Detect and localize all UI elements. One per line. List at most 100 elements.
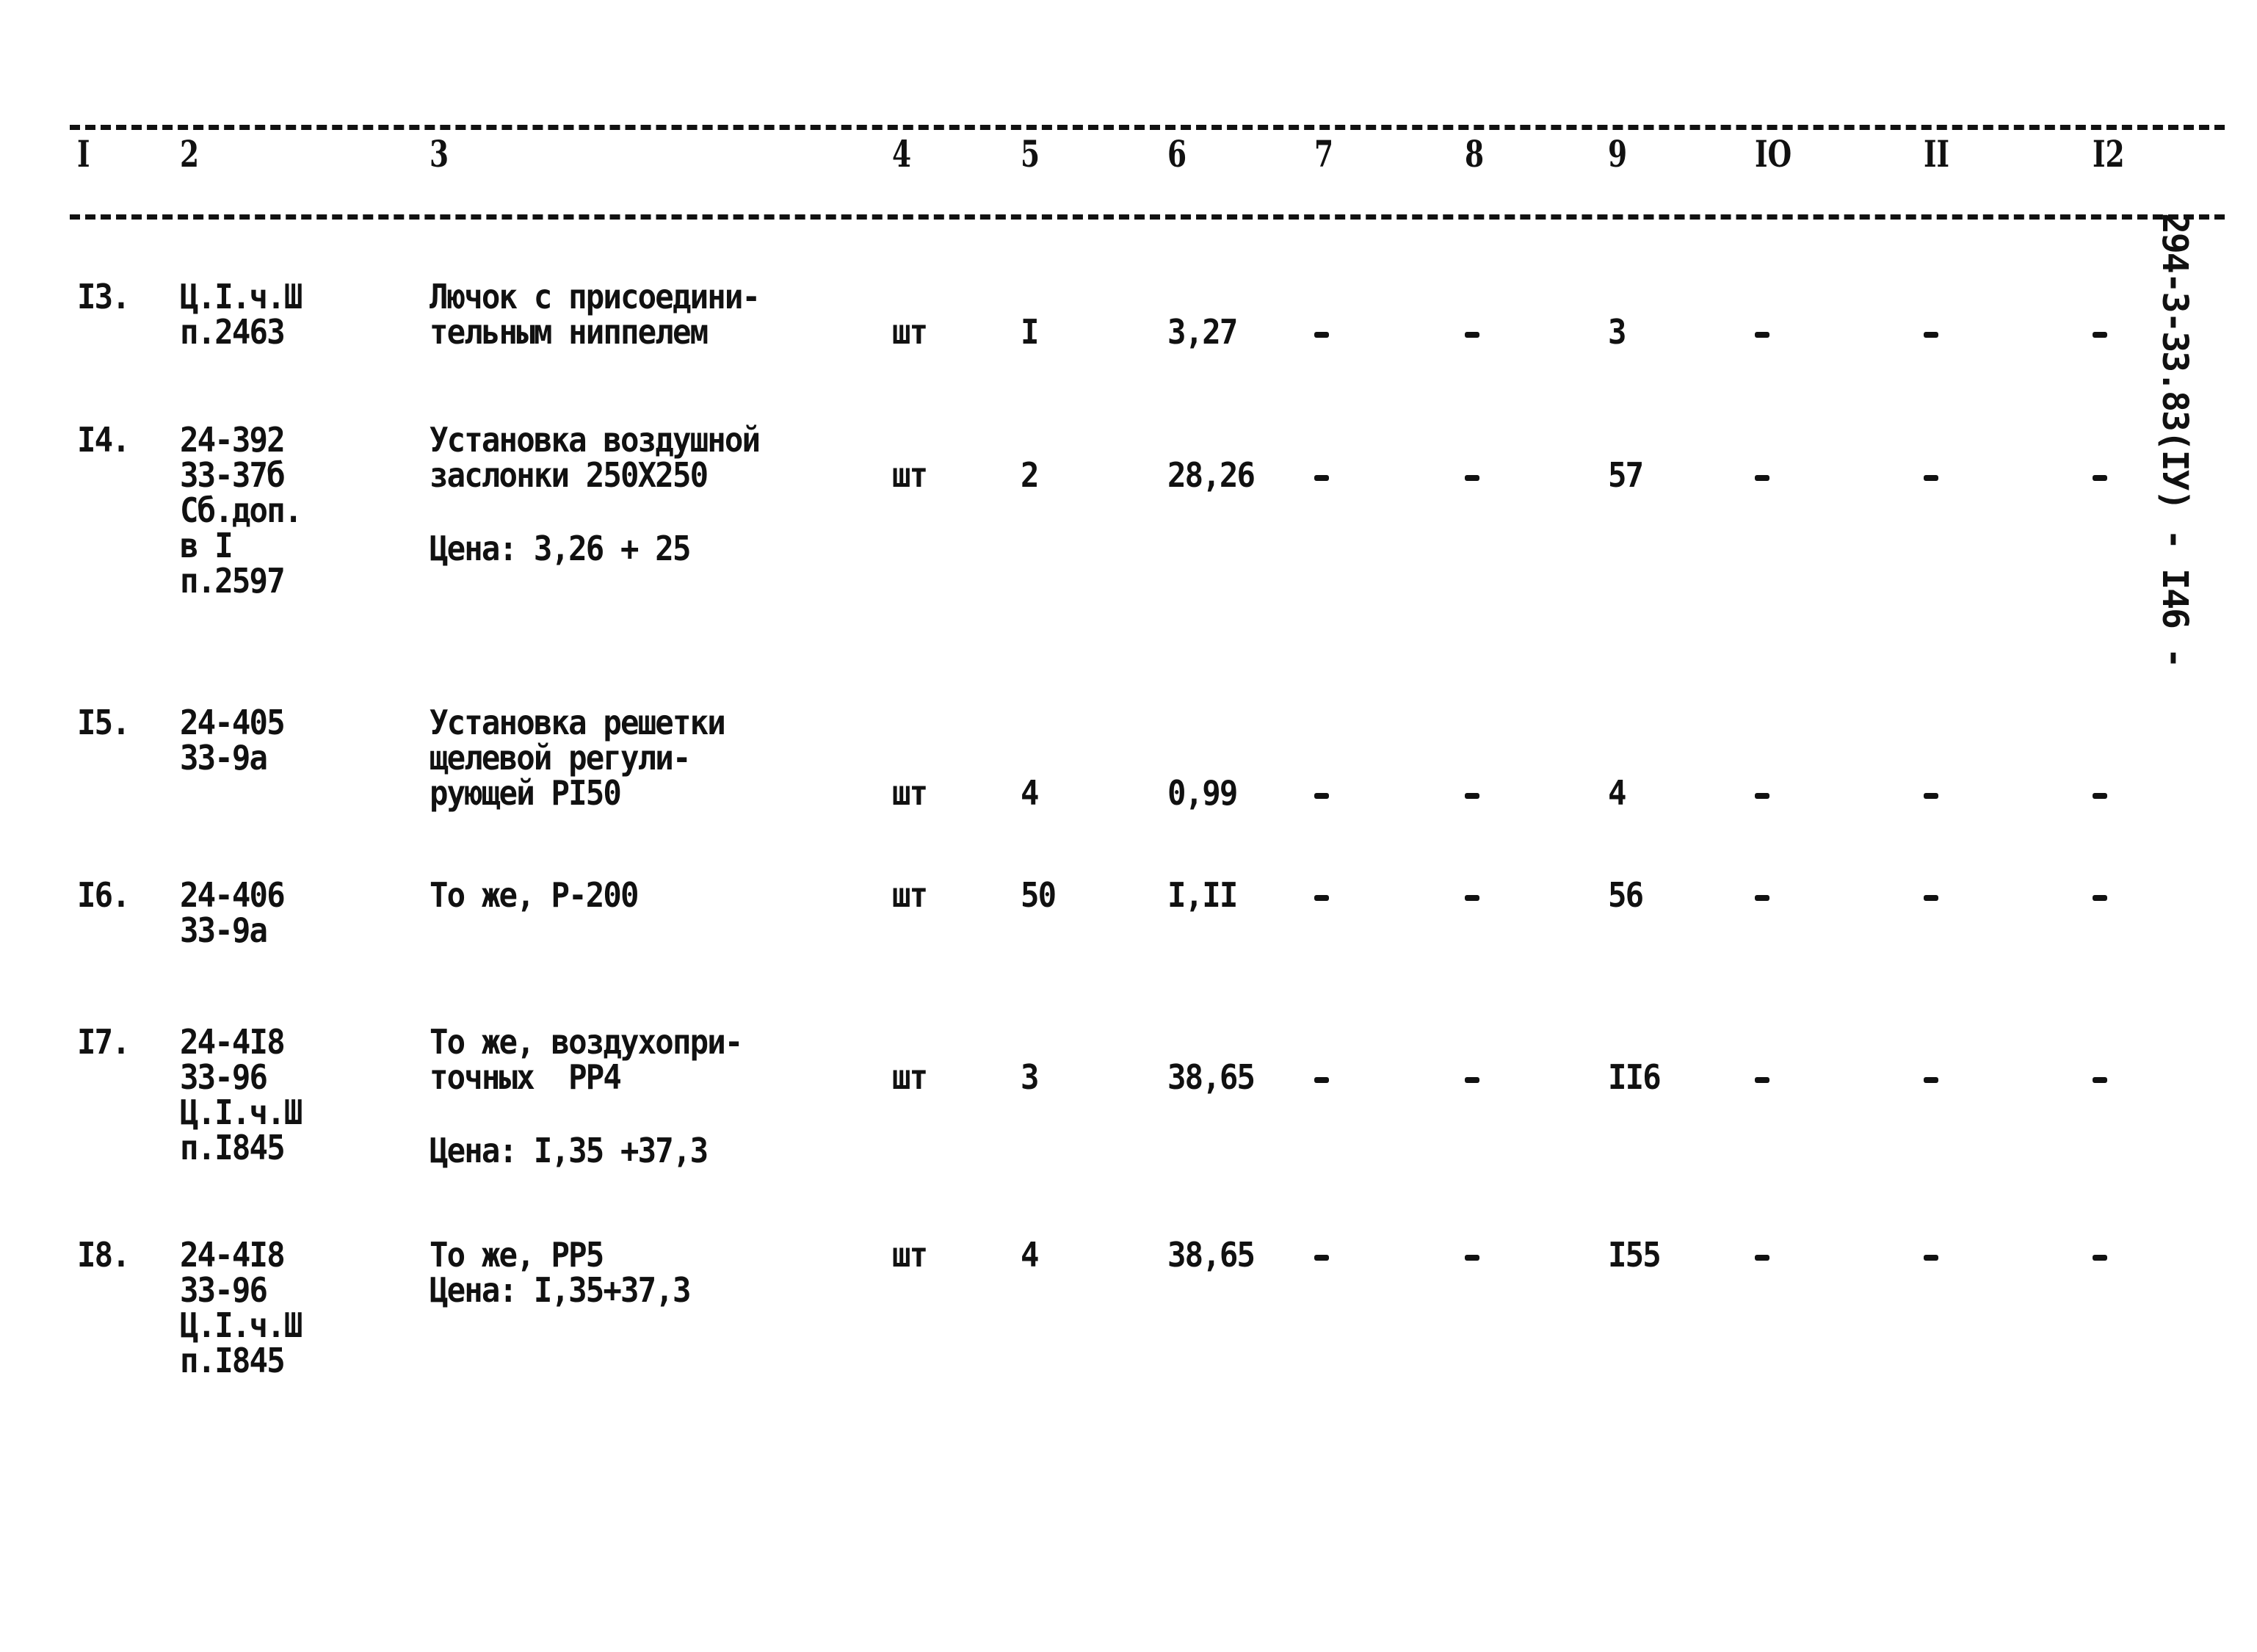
item-name-line: То же, воздухопри- — [430, 1022, 743, 1062]
empty-value-dash — [1755, 475, 1769, 481]
total-cost: 56 — [1608, 875, 1644, 915]
item-name-line: заслонки 250Х250 — [430, 455, 709, 495]
empty-value-dash — [1314, 895, 1329, 901]
empty-value-dash — [1755, 332, 1769, 338]
column-header-12: I2 — [2093, 132, 2125, 175]
column-header-3: 3 — [430, 132, 449, 175]
empty-value-dash — [1924, 1255, 1938, 1261]
row-number: I4. — [77, 420, 131, 460]
empty-value-dash — [2093, 475, 2107, 481]
reference-line: 33-9а — [180, 910, 268, 950]
unit-cost: 38,65 — [1167, 1235, 1256, 1275]
empty-value-dash — [1924, 793, 1938, 799]
reference-line: 24-4I8 — [180, 1022, 286, 1062]
empty-value-dash — [1465, 1255, 1479, 1261]
quantity: I — [1021, 312, 1039, 352]
unit: шт — [892, 875, 928, 915]
row-number: I5. — [77, 703, 131, 742]
reference-line: 24-405 — [180, 703, 286, 742]
total-cost: 3 — [1608, 312, 1626, 352]
unit: шт — [892, 312, 928, 352]
column-header-11: II — [1924, 132, 1950, 175]
empty-value-dash — [1465, 895, 1479, 901]
column-header-5: 5 — [1021, 132, 1040, 175]
empty-value-dash — [1755, 793, 1769, 799]
reference-line: 24-4I8 — [180, 1235, 286, 1275]
empty-value-dash — [2093, 332, 2107, 338]
reference-line: Ц.I.ч.Ш — [180, 1305, 302, 1345]
empty-value-dash — [2093, 1255, 2107, 1261]
reference-line: Ц.I.ч.Ш — [180, 1093, 302, 1132]
item-name-line: Лючок с присоедини- — [430, 277, 761, 316]
unit-cost: 0,99 — [1167, 773, 1238, 813]
reference-line: п.2463 — [180, 312, 286, 352]
quantity: 50 — [1021, 875, 1057, 915]
reference-line: п.I845 — [180, 1341, 286, 1380]
unit-cost: 3,27 — [1167, 312, 1238, 352]
total-cost: I55 — [1608, 1235, 1662, 1275]
reference-line: 33-9а — [180, 738, 268, 778]
column-header-10: IO — [1755, 132, 1792, 175]
quantity: 4 — [1021, 773, 1039, 813]
quantity: 2 — [1021, 455, 1039, 495]
price-note: Цена: 3,26 + 25 — [430, 529, 691, 568]
empty-value-dash — [2093, 1077, 2107, 1083]
item-name-line: Установка решетки — [430, 703, 726, 742]
header-top-rule — [70, 125, 2225, 130]
empty-value-dash — [1924, 1077, 1938, 1083]
empty-value-dash — [1314, 332, 1329, 338]
unit-cost: 28,26 — [1167, 455, 1256, 495]
item-name-line: То же, РР5 — [430, 1235, 604, 1275]
quantity: 3 — [1021, 1057, 1039, 1097]
item-name-line: То же, Р-200 — [430, 875, 640, 915]
row-number: I6. — [77, 875, 131, 915]
reference-line: Ц.I.ч.Ш — [180, 277, 302, 316]
unit: шт — [892, 455, 928, 495]
document-code-label: 294-3-33.83(IУ) - I46 - — [2154, 213, 2195, 667]
empty-value-dash — [1465, 793, 1479, 799]
unit-cost: 38,65 — [1167, 1057, 1256, 1097]
total-cost: 57 — [1608, 455, 1644, 495]
item-name-line: щелевой регули- — [430, 738, 691, 778]
reference-line: п.I845 — [180, 1128, 286, 1167]
price-note: Цена: I,35 +37,3 — [430, 1131, 709, 1170]
item-name-line: Цена: I,35+37,3 — [430, 1270, 691, 1310]
column-header-9: 9 — [1608, 132, 1628, 175]
reference-line: 33-96 — [180, 1057, 268, 1097]
item-name-line: точных РР4 — [430, 1057, 622, 1097]
empty-value-dash — [1314, 1077, 1329, 1083]
empty-value-dash — [1924, 895, 1938, 901]
row-number: I7. — [77, 1022, 131, 1062]
empty-value-dash — [1314, 793, 1329, 799]
quantity: 4 — [1021, 1235, 1039, 1275]
unit-cost: I,II — [1167, 875, 1238, 915]
empty-value-dash — [1314, 475, 1329, 481]
empty-value-dash — [2093, 793, 2107, 799]
empty-value-dash — [1465, 332, 1479, 338]
empty-value-dash — [2093, 895, 2107, 901]
item-name-line: рующей PI50 — [430, 773, 622, 813]
empty-value-dash — [1465, 1077, 1479, 1083]
empty-value-dash — [1755, 1077, 1769, 1083]
empty-value-dash — [1755, 895, 1769, 901]
empty-value-dash — [1924, 332, 1938, 338]
row-number: I3. — [77, 277, 131, 316]
empty-value-dash — [1314, 1255, 1329, 1261]
empty-value-dash — [1924, 475, 1938, 481]
column-header-8: 8 — [1465, 132, 1485, 175]
item-name-line: тельным ниппелем — [430, 312, 709, 352]
row-number: I8. — [77, 1235, 131, 1275]
column-header-6: 6 — [1167, 132, 1187, 175]
unit: шт — [892, 773, 928, 813]
total-cost: II6 — [1608, 1057, 1662, 1097]
unit: шт — [892, 1235, 928, 1275]
header-bottom-rule — [70, 214, 2225, 220]
item-name-line: Установка воздушной — [430, 420, 761, 460]
total-cost: 4 — [1608, 773, 1626, 813]
column-header-4: 4 — [892, 132, 912, 175]
reference-line: 24-406 — [180, 875, 286, 915]
unit: шт — [892, 1057, 928, 1097]
reference-line: Сб.доп. — [180, 490, 302, 530]
reference-line: 24-392 — [180, 420, 286, 460]
reference-line: в I — [180, 526, 233, 565]
